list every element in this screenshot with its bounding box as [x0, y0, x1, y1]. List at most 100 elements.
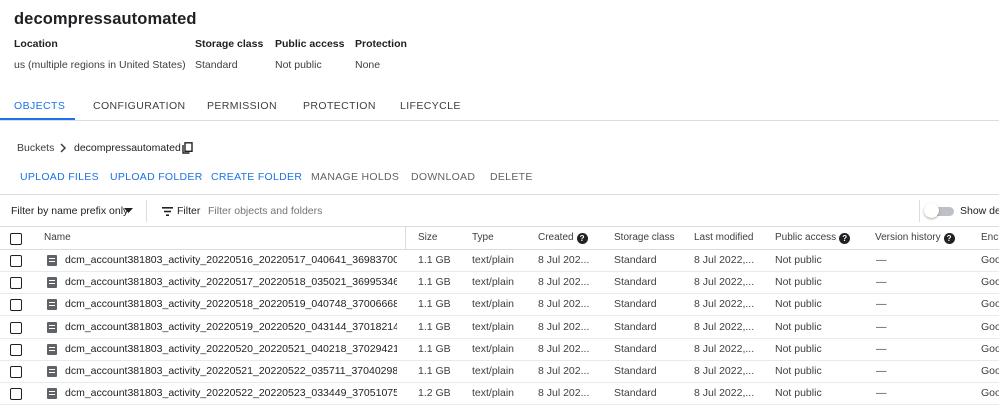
cell-size: 1.1 GB [418, 320, 451, 333]
delete-button[interactable]: DELETE [490, 171, 533, 183]
row-checkbox[interactable] [10, 366, 22, 378]
caret-down-icon [124, 208, 133, 213]
row-checkbox[interactable] [10, 277, 22, 290]
breadcrumb-buckets[interactable]: Buckets [17, 142, 54, 154]
cell-created: 8 Jul 202... [538, 342, 590, 355]
toolbar-divider [0, 194, 999, 195]
cell-encryption: Goo [981, 276, 999, 289]
table-row[interactable]: dcm_account381803_activity_20220516_2022… [0, 250, 999, 272]
cell-version-history: — [876, 342, 887, 355]
help-icon[interactable]: ? [576, 233, 588, 244]
column-header-encryption[interactable]: Encr [981, 232, 999, 243]
cell-encryption: Goo [981, 254, 999, 266]
cell-storage-class: Standard [614, 320, 657, 333]
copy-icon[interactable] [182, 142, 193, 154]
cell-last-modified: 8 Jul 2022,... [694, 276, 755, 289]
file-icon [47, 343, 57, 355]
info-protection: Protection None [355, 38, 407, 71]
file-icon [47, 366, 57, 377]
toggle-knob[interactable] [924, 203, 939, 218]
tab-protection[interactable]: PROTECTION [303, 100, 376, 112]
cell-size: 1.1 GB [418, 254, 451, 266]
info-label: Location [14, 38, 58, 50]
cell-storage-class: Standard [614, 254, 657, 266]
tab-configuration[interactable]: CONFIGURATION [93, 100, 186, 112]
column-header-storage-class[interactable]: Storage class [614, 232, 675, 243]
cell-public-access: Not public [775, 254, 822, 266]
filter-label: Filter [177, 205, 201, 217]
row-checkbox[interactable] [10, 388, 22, 401]
download-button[interactable]: DOWNLOAD [411, 171, 475, 183]
table-row[interactable]: dcm_account381803_activity_20220517_2022… [0, 272, 999, 295]
cell-name[interactable]: dcm_account381803_activity_20220522_2022… [65, 387, 397, 399]
row-checkbox[interactable] [10, 299, 22, 312]
row-checkbox[interactable] [10, 321, 22, 334]
help-icon[interactable]: ? [943, 233, 955, 244]
column-header-public-access[interactable]: Public access? [775, 232, 851, 244]
cell-last-modified: 8 Jul 2022,... [694, 254, 755, 266]
manage-holds-button[interactable]: MANAGE HOLDS [311, 171, 399, 183]
toggle-divider [919, 200, 920, 222]
column-header-size[interactable]: Size [418, 232, 437, 243]
page-title: decompressautomated [14, 10, 197, 28]
info-storage-class: Storage class Standard [195, 38, 263, 71]
table-row[interactable]: dcm_account381803_activity_20220519_2022… [0, 317, 999, 339]
filter-divider-line [0, 226, 999, 227]
cell-storage-class: Standard [614, 387, 657, 400]
info-value: us (multiple regions in United States) [14, 59, 186, 71]
cell-storage-class: Standard [614, 365, 657, 377]
info-label: Protection [355, 38, 407, 50]
row-checkbox[interactable] [10, 343, 22, 356]
cell-name[interactable]: dcm_account381803_activity_20220519_2022… [65, 321, 397, 333]
cell-type: text/plain [472, 254, 515, 266]
select-all-checkbox[interactable] [10, 233, 22, 245]
cell-last-modified: 8 Jul 2022,... [694, 342, 755, 355]
tab-permission[interactable]: PERMISSION [207, 100, 277, 112]
column-resize-handle[interactable] [405, 227, 406, 249]
column-header-last-modified[interactable]: Last modified [694, 232, 753, 243]
cell-size: 1.1 GB [418, 276, 451, 289]
cell-name[interactable]: dcm_account381803_activity_20220518_2022… [65, 298, 397, 310]
table-row[interactable]: dcm_account381803_activity_20220522_2022… [0, 383, 999, 405]
column-header-version-history[interactable]: Version history? [875, 232, 955, 244]
cell-name[interactable]: dcm_account381803_activity_20220520_2022… [65, 343, 397, 355]
filter-icon [162, 207, 173, 216]
column-header-type[interactable]: Type [472, 232, 494, 243]
file-icon [47, 321, 57, 333]
table-row[interactable]: dcm_account381803_activity_20220521_2022… [0, 361, 999, 383]
file-icon [47, 388, 57, 400]
column-header-name[interactable]: Name [44, 232, 71, 243]
cell-public-access: Not public [775, 276, 822, 289]
info-location: Location us (multiple regions in United … [14, 38, 186, 71]
column-header-label: Public access [775, 232, 837, 243]
cell-name[interactable]: dcm_account381803_activity_20220521_2022… [65, 365, 397, 377]
prefix-filter-select[interactable]: Filter by name prefix only [11, 205, 128, 217]
cell-public-access: Not public [775, 387, 822, 400]
cell-public-access: Not public [775, 298, 822, 311]
tab-lifecycle[interactable]: LIFECYCLE [400, 100, 461, 112]
row-checkbox[interactable] [10, 255, 22, 267]
tab-objects[interactable]: OBJECTS [14, 100, 65, 112]
cell-name[interactable]: dcm_account381803_activity_20220517_2022… [65, 276, 397, 288]
info-public-access: Public access Not public [275, 38, 344, 71]
filter-divider [146, 200, 147, 222]
cell-created: 8 Jul 202... [538, 276, 590, 289]
cell-name[interactable]: dcm_account381803_activity_20220516_2022… [65, 254, 397, 266]
cell-size: 1.1 GB [418, 342, 451, 355]
help-icon[interactable]: ? [839, 233, 851, 244]
info-value: Not public [275, 59, 322, 71]
file-icon [47, 277, 57, 289]
upload-folder-button[interactable]: UPLOAD FOLDER [110, 171, 203, 183]
upload-files-button[interactable]: UPLOAD FILES [20, 171, 99, 183]
info-value: None [355, 59, 381, 71]
create-folder-button[interactable]: CREATE FOLDER [211, 171, 302, 183]
filter-objects-input[interactable] [208, 202, 508, 220]
cell-created: 8 Jul 202... [538, 320, 590, 333]
cell-type: text/plain [472, 342, 515, 355]
cell-type: text/plain [472, 298, 515, 311]
cell-last-modified: 8 Jul 2022,... [694, 320, 755, 333]
column-header-created[interactable]: Created? [538, 232, 588, 244]
cell-created: 8 Jul 202... [538, 365, 590, 377]
table-row[interactable]: dcm_account381803_activity_20220520_2022… [0, 339, 999, 361]
table-row[interactable]: dcm_account381803_activity_20220518_2022… [0, 294, 999, 317]
